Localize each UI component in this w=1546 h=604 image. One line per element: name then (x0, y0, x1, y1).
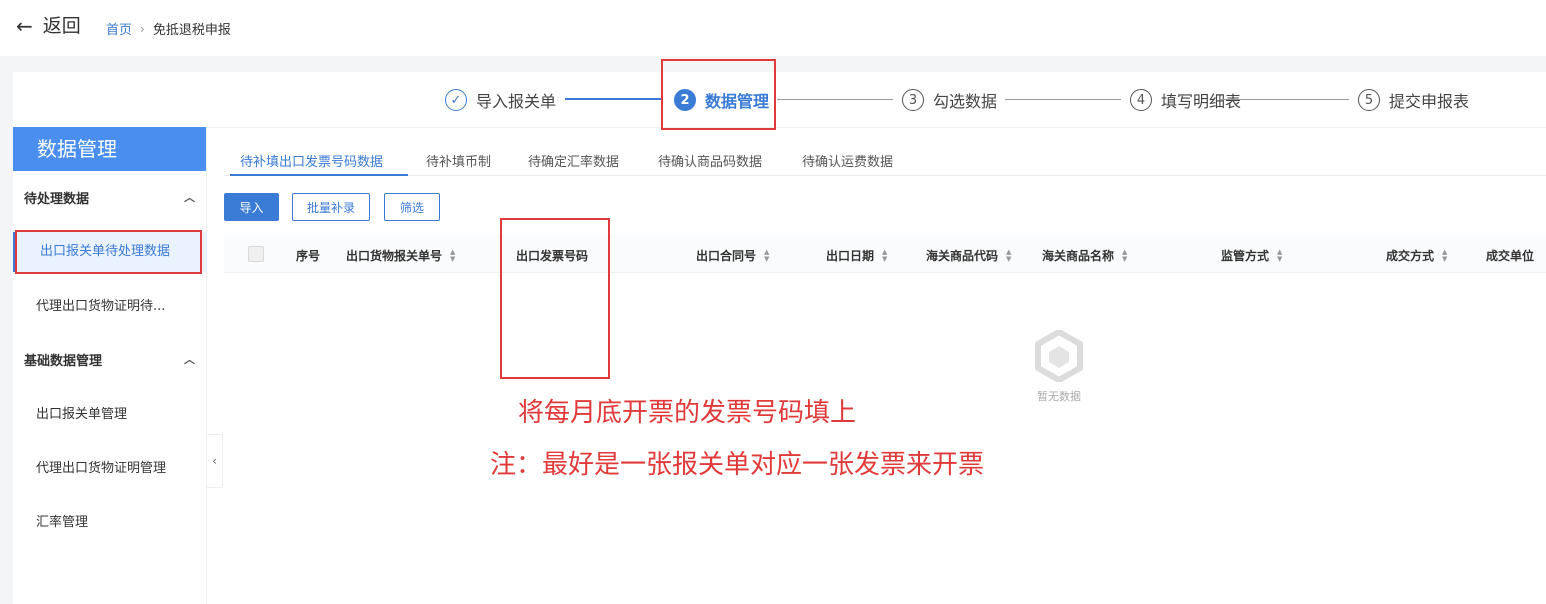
sort-icon[interactable]: ▲ ▼ (764, 248, 769, 263)
step-1-label: 导入报关单 (476, 92, 557, 111)
sidebar-group-basic[interactable]: 基础数据管理 ︿ (13, 344, 207, 374)
column-header-hs-code[interactable]: 海关商品代码 ▲ ▼ (926, 247, 1011, 264)
sidebar-item-exchange-rate[interactable]: 汇率管理 (13, 503, 207, 543)
back-button[interactable]: ← 返回 (16, 14, 81, 38)
table-header: 序号 出口货物报关单号 ▲ ▼ 出口发票号码 出口合同号 ▲ ▼ 出口日期 ▲ ▼ 海关商品… (224, 235, 1546, 273)
annotation-box-column (500, 218, 610, 379)
chevron-left-icon: ‹ (212, 454, 217, 468)
back-label: 返回 (42, 15, 81, 37)
step-4-label: 填写明细表 (1161, 92, 1242, 111)
column-header-contract-no[interactable]: 出口合同号 ▲ ▼ (696, 247, 769, 264)
sort-icon[interactable]: ▲ ▼ (450, 248, 455, 263)
step-3[interactable]: 3 勾选数据 (902, 88, 997, 112)
step-indicator: ✓ 导入报关单 2 数据管理 3 勾选数据 4 填写明细表 5 提交申报表 (13, 72, 1546, 128)
sidebar-title: 数据管理 (13, 127, 206, 171)
column-header-deal-unit: 成交单位 (1486, 249, 1535, 263)
step-connector (1005, 99, 1121, 100)
tab-freight[interactable]: 待确认运费数据 (802, 151, 893, 170)
sort-icon[interactable]: ▲ ▼ (1442, 248, 1447, 263)
step-5-number: 5 (1358, 89, 1380, 111)
sidebar-item-agent-proof-pending[interactable]: 代理出口货物证明待... (13, 287, 207, 327)
sidebar-group-pending[interactable]: 待处理数据 ︿ (13, 182, 207, 212)
breadcrumb-home-link[interactable]: 首页 (106, 19, 132, 38)
step-1[interactable]: ✓ 导入报关单 (445, 88, 556, 112)
step-connector (777, 99, 893, 100)
sidebar-group-label: 基础数据管理 (24, 353, 103, 369)
sidebar-collapse-button[interactable]: ‹ (207, 434, 223, 488)
breadcrumb-current: 免抵退税申报 (152, 23, 231, 38)
empty-box-icon (1035, 330, 1083, 382)
sort-icon[interactable]: ▲ ▼ (1006, 248, 1011, 263)
column-header-deal-mode[interactable]: 成交方式 ▲ ▼ (1386, 247, 1447, 264)
column-header-index: 序号 (296, 249, 321, 263)
main-card: ✓ 导入报关单 2 数据管理 3 勾选数据 4 填写明细表 5 提交申报表 数据… (13, 59, 1546, 604)
top-bar: ← 返回 首页 › 免抵退税申报 (0, 0, 1546, 56)
sidebar-item-customs-manage[interactable]: 出口报关单管理 (13, 395, 207, 435)
chevron-up-icon: ︿ (184, 191, 195, 204)
breadcrumb: 首页 › 免抵退税申报 (106, 19, 231, 39)
annotation-box-step (661, 59, 776, 130)
empty-text: 暂无数据 (1037, 390, 1081, 403)
empty-state: 暂无数据 (1029, 330, 1089, 404)
filter-button[interactable]: 筛选 (384, 193, 440, 221)
column-header-export-date[interactable]: 出口日期 ▲ ▼ (826, 247, 887, 264)
column-header-customs-no[interactable]: 出口货物报关单号 ▲ ▼ (346, 247, 455, 264)
tab-bar: 待补填出口发票号码数据 待补填币制 待确定汇率数据 待确认商品码数据 待确认运费… (224, 146, 1546, 176)
tab-active-indicator (230, 174, 408, 176)
step-5[interactable]: 5 提交申报表 (1358, 88, 1469, 112)
annotation-box-sidebar (15, 230, 202, 274)
step-5-label: 提交申报表 (1389, 92, 1470, 111)
arrow-left-icon: ← (16, 14, 33, 38)
step-3-number: 3 (902, 89, 924, 111)
column-header-supervision[interactable]: 监管方式 ▲ ▼ (1221, 247, 1282, 264)
sort-icon[interactable]: ▲ ▼ (1122, 248, 1127, 263)
sort-icon[interactable]: ▲ ▼ (882, 248, 887, 263)
annotation-note-1: 将每月底开票的发票号码填上 (518, 398, 857, 428)
import-button[interactable]: 导入 (224, 193, 279, 221)
chevron-right-icon: › (140, 21, 145, 36)
sidebar-item-agent-proof-manage[interactable]: 代理出口货物证明管理 (13, 449, 207, 489)
column-header-hs-name[interactable]: 海关商品名称 ▲ ▼ (1042, 247, 1127, 264)
tab-invoice-number[interactable]: 待补填出口发票号码数据 (240, 151, 383, 170)
sidebar: 数据管理 待处理数据 ︿ 出口报关单待处理数据 代理出口货物证明待... 基础数… (13, 127, 207, 604)
step-3-label: 勾选数据 (933, 92, 998, 111)
step-4-number: 4 (1130, 89, 1152, 111)
tab-exchange-rate[interactable]: 待确定汇率数据 (528, 151, 619, 170)
tab-currency[interactable]: 待补填币制 (426, 151, 491, 170)
batch-entry-button[interactable]: 批量补录 (292, 193, 370, 221)
sidebar-group-label: 待处理数据 (24, 191, 90, 207)
step-connector (565, 98, 663, 100)
step-connector (1221, 99, 1349, 100)
step-4[interactable]: 4 填写明细表 (1130, 88, 1241, 112)
check-circle-icon: ✓ (445, 89, 467, 111)
tab-commodity-code[interactable]: 待确认商品码数据 (658, 151, 762, 170)
annotation-note-2: 注：最好是一张报关单对应一张发票来开票 (490, 450, 985, 480)
annotation-spacer (200, 230, 216, 276)
select-all-checkbox[interactable] (248, 246, 264, 262)
chevron-up-icon: ︿ (184, 353, 195, 366)
sort-icon[interactable]: ▲ ▼ (1277, 248, 1282, 263)
